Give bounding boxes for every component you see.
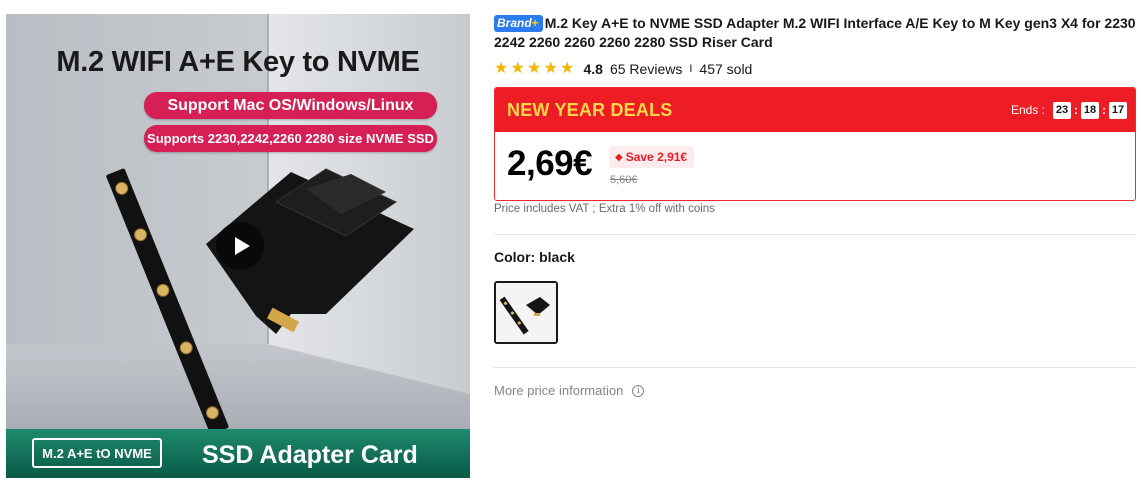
star-icon: ★ — [543, 60, 558, 77]
more-price-info[interactable]: More price information i — [494, 383, 645, 398]
stat-separator: I — [689, 63, 693, 75]
deal-countdown: Ends : 23 : 18 : 17 — [1010, 101, 1127, 119]
reviews-link[interactable]: 65 Reviews — [610, 61, 682, 77]
price-section: 2,69€ ◆ Save 2,91€ 5,60€ — [495, 132, 1135, 200]
video-play-button[interactable] — [216, 222, 264, 270]
vat-note: Price includes VAT ; Extra 1% off with c… — [494, 203, 715, 215]
image-footer-caption: SSD Adapter Card — [202, 440, 418, 469]
star-icon: ★ — [560, 60, 575, 77]
countdown-hours: 23 — [1053, 101, 1071, 119]
current-price: 2,69€ — [507, 144, 593, 183]
rating-row: ★ ★ ★ ★ ★ 4.8 65 Reviews I 457 sold — [494, 60, 752, 78]
star-icon: ★ — [510, 60, 525, 77]
countdown-colon: : — [1102, 103, 1106, 117]
play-icon — [234, 237, 250, 255]
star-rating[interactable]: ★ ★ ★ ★ ★ — [494, 61, 576, 77]
deal-banner: NEW YEAR DEALS Ends : 23 : 18 : 17 — [495, 88, 1135, 132]
product-title-row: Brand+ M.2 Key A+E to NVME SSD Adapter M.… — [494, 14, 1136, 52]
color-swatch-black[interactable] — [494, 281, 558, 344]
star-icon: ★ — [494, 60, 509, 77]
color-label: Color: black — [494, 249, 575, 265]
deal-box: NEW YEAR DEALS Ends : 23 : 18 : 17 2,69€… — [494, 87, 1136, 201]
rating-value: 4.8 — [583, 61, 603, 77]
image-headline: M.2 WIFI A+E Key to NVME — [56, 46, 420, 78]
original-price: 5,60€ — [610, 174, 638, 186]
brand-badge-text: Brand — [497, 16, 532, 30]
save-badge: ◆ Save 2,91€ — [609, 146, 695, 168]
divider — [494, 234, 1136, 235]
product-details: Brand+ M.2 Key A+E to NVME SSD Adapter M.… — [494, 14, 1136, 398]
star-icon: ★ — [527, 60, 542, 77]
tag-icon: ◆ — [615, 151, 623, 163]
swatch-thumbnail — [496, 283, 556, 342]
image-footer-tag: M.2 A+E tO NVME — [32, 438, 162, 468]
save-amount: Save 2,91€ — [625, 150, 688, 164]
countdown-seconds: 17 — [1109, 101, 1127, 119]
countdown-colon: : — [1074, 103, 1078, 117]
info-icon[interactable]: i — [632, 384, 645, 397]
sold-count: 457 sold — [699, 61, 753, 77]
product-main-image[interactable]: M.2 WIFI A+E Key to NVME Support Mac OS/… — [6, 14, 470, 478]
brand-plus-badge: Brand+ — [494, 15, 543, 32]
product-title: M.2 Key A+E to NVME SSD Adapter M.2 WIFI… — [494, 15, 1136, 50]
more-price-info-label: More price information — [494, 383, 624, 398]
countdown-minutes: 18 — [1081, 101, 1099, 119]
image-pill-os-support: Support Mac OS/Windows/Linux — [144, 92, 437, 119]
brand-badge-plus: + — [531, 16, 539, 30]
image-pill-size-support: Supports 2230,2242,2260 2280 size NVME S… — [144, 125, 437, 152]
divider — [494, 367, 1136, 368]
deal-title: NEW YEAR DEALS — [507, 99, 673, 120]
countdown-label: Ends : — [1010, 103, 1045, 117]
